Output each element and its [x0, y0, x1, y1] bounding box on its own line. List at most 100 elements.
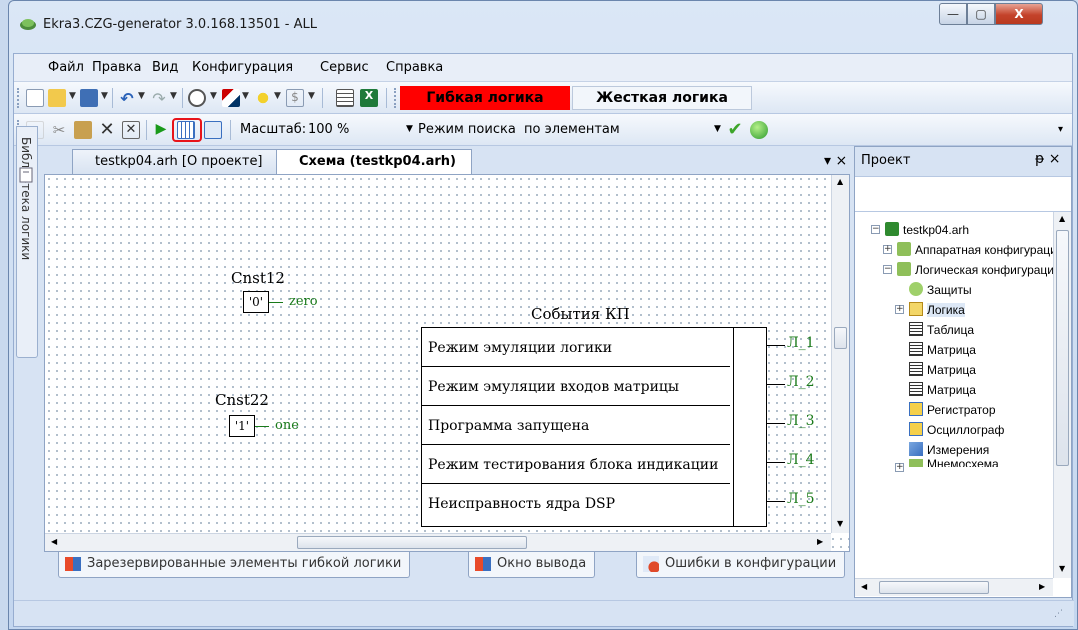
scroll-left-icon[interactable]: ◀	[861, 582, 867, 591]
list-icon[interactable]	[336, 89, 354, 107]
vertical-scrollbar[interactable]: ▲ ▼	[831, 175, 849, 533]
menu-service[interactable]: Сервис	[320, 60, 369, 75]
tree-expand-toggle[interactable]: +	[883, 245, 892, 254]
scale-combo[interactable]: 100 %	[308, 122, 404, 137]
clock-icon[interactable]	[188, 89, 206, 107]
folder-icon	[897, 262, 911, 276]
chevron-down-icon[interactable]: ▼	[170, 91, 177, 101]
dollar-icon[interactable]: $	[286, 89, 304, 107]
hard-logic-button[interactable]: Жесткая логика	[572, 86, 752, 110]
vertical-scrollbar[interactable]: ▲ ▼	[1053, 212, 1071, 578]
const-block[interactable]: '1'	[229, 415, 255, 437]
tree-item[interactable]: Матрица	[927, 363, 976, 377]
scroll-thumb[interactable]	[1056, 230, 1069, 466]
app-window: Ekra3.CZG-generator 3.0.168.13501 - ALL …	[8, 0, 1078, 630]
logic-library-tab[interactable]: Библиотека логики	[16, 126, 38, 358]
scroll-thumb[interactable]	[879, 581, 989, 594]
check-icon[interactable]: ✔	[726, 121, 744, 139]
event-output-label: Л_3	[787, 413, 815, 429]
redo-icon[interactable]: ↷	[150, 89, 168, 108]
run-icon[interactable]: ▶	[152, 121, 170, 139]
tree-item[interactable]: Аппаратная конфигурация	[915, 243, 1063, 257]
undo-icon[interactable]: ↶	[118, 89, 136, 108]
chevron-down-icon[interactable]: ▼	[406, 124, 413, 134]
close-button[interactable]: X	[995, 3, 1043, 25]
tree-item[interactable]: Логическая конфигурация	[915, 263, 1061, 277]
chevron-down-icon[interactable]: ▼	[210, 91, 217, 101]
save-icon[interactable]	[80, 89, 98, 107]
tree-expand-toggle[interactable]: +	[895, 305, 904, 314]
tab-reserved-elements[interactable]: Зарезервированные элементы гибкой логики	[58, 552, 411, 578]
tab-output-window[interactable]: Окно вывода	[468, 552, 596, 578]
bug-icon[interactable]	[254, 89, 272, 107]
menu-view[interactable]: Вид	[152, 60, 178, 75]
toolbar-grip[interactable]	[394, 88, 397, 108]
tree-item-selected[interactable]: Логика	[927, 303, 965, 317]
delete-icon[interactable]: ✕	[98, 121, 116, 139]
toolbar-overflow-icon[interactable]: ▾	[1058, 124, 1063, 135]
scroll-down-icon[interactable]: ▼	[837, 519, 843, 528]
tab-label: Окно вывода	[497, 556, 587, 571]
tab-scheme[interactable]: Схема (testkp04.arh)	[276, 149, 472, 175]
panel-controls[interactable]: ᵽ ×	[1035, 151, 1061, 167]
excel-icon[interactable]: X	[360, 89, 378, 107]
maximize-button[interactable]: ▢	[967, 3, 995, 25]
language-flag-icon[interactable]	[222, 89, 240, 107]
tree-item[interactable]: Матрица	[927, 343, 976, 357]
open-folder-icon[interactable]	[48, 89, 66, 107]
scroll-right-icon[interactable]: ▶	[817, 537, 823, 546]
tree-item[interactable]: Матрица	[927, 383, 976, 397]
search-mode-combo[interactable]: по элементам	[524, 122, 704, 137]
toolbar-grip[interactable]	[17, 88, 20, 108]
event-output-label: Л_2	[787, 374, 815, 390]
chevron-down-icon[interactable]: ▼	[714, 124, 721, 134]
tree-item[interactable]: Защиты	[927, 283, 972, 297]
project-panel: Проект ᵽ × − testkp04.arh + Аппаратная к…	[854, 146, 1072, 598]
cut-icon[interactable]: ✂	[50, 121, 68, 139]
tree-item[interactable]: testkp04.arh	[903, 223, 969, 237]
refresh-doc-icon[interactable]	[204, 121, 222, 139]
tree-item[interactable]: Таблица	[927, 323, 974, 337]
scroll-thumb[interactable]	[297, 536, 527, 549]
scheme-canvas[interactable]: Cnst12 '0' zero Cnst22 '1' one События К…	[44, 174, 850, 552]
scroll-right-icon[interactable]: ▶	[1039, 582, 1045, 591]
resize-grip-icon[interactable]: ⋰	[1054, 609, 1063, 619]
globe-icon[interactable]	[750, 121, 768, 139]
paste-icon[interactable]	[74, 121, 92, 139]
tree-item[interactable]: Измерения	[927, 443, 989, 457]
title-bar[interactable]: Ekra3.CZG-generator 3.0.168.13501 - ALL …	[9, 1, 1077, 53]
tree-collapse-toggle[interactable]: −	[871, 225, 880, 234]
const-block[interactable]: '0'	[243, 291, 269, 313]
new-file-icon[interactable]	[26, 89, 44, 107]
minimize-button[interactable]: —	[939, 3, 967, 25]
tab-project-about[interactable]: testkp04.arh [О проекте]	[72, 149, 278, 175]
scroll-left-icon[interactable]: ◀	[51, 537, 57, 546]
tree-item[interactable]: Осциллограф	[927, 423, 1004, 437]
tabs-controls[interactable]: ▾ ×	[824, 153, 847, 169]
chevron-down-icon[interactable]: ▼	[242, 91, 249, 101]
flex-logic-button[interactable]: Гибкая логика	[400, 86, 570, 110]
tree-item[interactable]: Регистратор	[927, 403, 996, 417]
chevron-down-icon[interactable]: ▼	[138, 91, 145, 101]
tree-expand-toggle[interactable]: +	[895, 463, 904, 472]
tab-config-errors[interactable]: Ошибки в конфигурации	[636, 552, 846, 578]
menu-file[interactable]: Файл	[48, 60, 84, 75]
chevron-down-icon[interactable]: ▼	[308, 91, 315, 101]
horizontal-scrollbar[interactable]: ◀ ▶	[45, 533, 831, 551]
tree-item[interactable]: Мнемосхема	[927, 457, 999, 467]
events-block[interactable]: Режим эмуляции логики Режим эмуляции вхо…	[421, 327, 733, 527]
scroll-up-icon[interactable]: ▲	[1059, 214, 1065, 223]
chevron-down-icon[interactable]: ▼	[101, 91, 108, 101]
tree-collapse-toggle[interactable]: −	[883, 265, 892, 274]
menu-configuration[interactable]: Конфигурация	[192, 60, 293, 75]
panel-icon[interactable]	[18, 166, 36, 184]
scroll-up-icon[interactable]: ▲	[837, 177, 843, 186]
chevron-down-icon[interactable]: ▼	[69, 91, 76, 101]
scroll-thumb[interactable]	[834, 327, 847, 349]
menu-help[interactable]: Справка	[386, 60, 443, 75]
menu-edit[interactable]: Правка	[92, 60, 141, 75]
event-output-label: Л_4	[787, 452, 815, 468]
chevron-down-icon[interactable]: ▼	[274, 91, 281, 101]
grid-schedule-icon[interactable]	[177, 121, 195, 139]
delete-all-icon[interactable]: ✕	[122, 121, 140, 139]
